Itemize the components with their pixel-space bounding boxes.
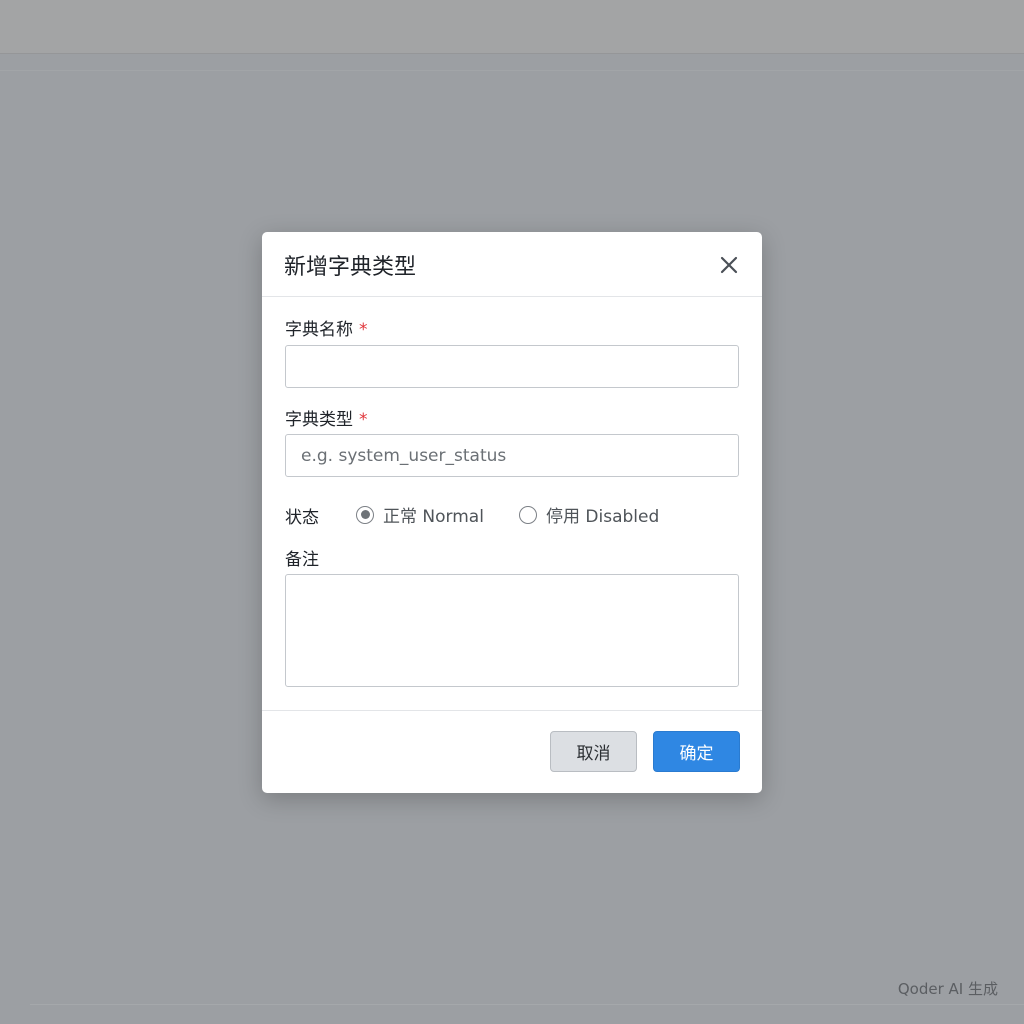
- required-mark: *: [359, 410, 368, 430]
- dialog-footer-divider: [262, 710, 762, 711]
- confirm-button[interactable]: 确定: [653, 731, 740, 772]
- dict-type-label-text: 字典类型: [285, 410, 353, 430]
- dict-name-input[interactable]: [285, 345, 739, 388]
- remark-label: 备注: [285, 550, 319, 570]
- background-bottom-divider: [30, 1004, 1024, 1005]
- remark-textarea[interactable]: [285, 574, 739, 687]
- required-mark: *: [359, 320, 368, 340]
- dict-name-label-text: 字典名称: [285, 320, 353, 340]
- status-radio-normal[interactable]: 正常 Normal: [356, 502, 484, 527]
- status-label: 状态: [285, 508, 319, 528]
- background-top-bar: [0, 0, 1024, 54]
- status-radio-disabled[interactable]: 停用 Disabled: [519, 502, 659, 527]
- status-disabled-label: 停用 Disabled: [546, 507, 660, 527]
- close-icon[interactable]: [716, 252, 742, 278]
- dialog-title: 新增字典类型: [284, 255, 417, 280]
- dict-type-label: 字典类型 *: [285, 405, 368, 430]
- dict-type-input[interactable]: [285, 434, 739, 477]
- status-normal-label: 正常 Normal: [383, 507, 484, 527]
- dict-name-label: 字典名称 *: [285, 315, 368, 340]
- radio-checked-icon: [356, 505, 374, 524]
- cancel-button[interactable]: 取消: [550, 731, 637, 772]
- background-divider: [0, 70, 1024, 71]
- add-dict-type-dialog: 新增字典类型 字典名称 * 字典类型 * 状态 正常 Normal 停用 Disab…: [262, 232, 762, 793]
- radio-unchecked-icon: [519, 505, 537, 524]
- watermark: Qoder AI 生成: [897, 980, 998, 998]
- dialog-header: 新增字典类型: [262, 232, 762, 297]
